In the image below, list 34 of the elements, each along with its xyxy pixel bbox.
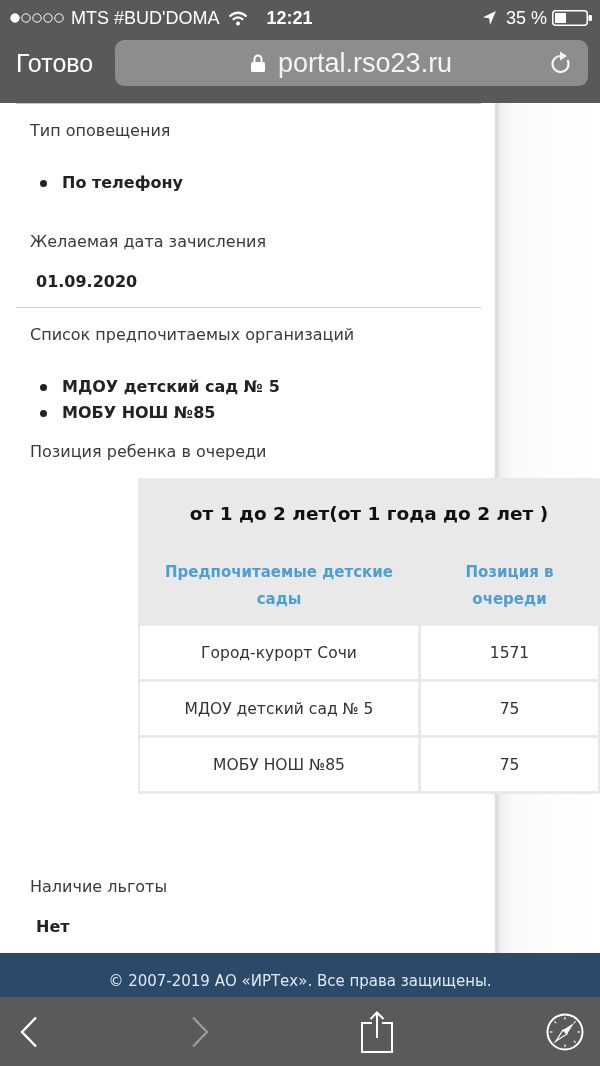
wifi-icon bbox=[228, 10, 249, 26]
bullet-icon bbox=[40, 179, 47, 187]
list-item: МОБУ НОШ №85 bbox=[62, 402, 216, 424]
table-cell: 1571 bbox=[421, 626, 598, 679]
battery-icon bbox=[552, 10, 592, 26]
table-cell: 75 bbox=[421, 738, 598, 791]
field-label: Наличие льготы bbox=[30, 876, 168, 898]
bullet-icon bbox=[40, 409, 47, 417]
field-label: Позиция ребенка в очереди bbox=[30, 441, 267, 463]
signal-strength-icon bbox=[10, 13, 64, 23]
field-label: Список предпочитаемых организаций bbox=[30, 324, 355, 346]
column-header: Предпочитаемые детские сады bbox=[164, 562, 394, 610]
navigation-arrow-icon bbox=[482, 11, 496, 25]
field-label: Тип оповещения bbox=[30, 120, 171, 142]
clock-time: 12:21 bbox=[266, 7, 313, 29]
lock-icon bbox=[251, 54, 266, 72]
table-cell: Город-курорт Сочи bbox=[140, 626, 418, 679]
reload-icon[interactable] bbox=[550, 51, 572, 75]
field-value: Нет bbox=[36, 916, 70, 938]
table-title: от 1 до 2 лет(от 1 года до 2 лет ) bbox=[188, 502, 550, 526]
column-header: Позиция в очереди bbox=[464, 562, 555, 610]
table-cell: 75 bbox=[421, 682, 598, 735]
carrier-name: MTS #BUD'DOMA bbox=[71, 7, 220, 29]
bullet-icon bbox=[40, 383, 47, 391]
copyright-text: © 2007-2019 АО «ИРТех». Все права защищены. bbox=[108, 971, 492, 992]
url-text: portal.rso23.ru bbox=[278, 47, 453, 79]
battery-percent: 35 % bbox=[505, 7, 547, 29]
list-item: МДОУ детский сад № 5 bbox=[62, 376, 280, 398]
list-item: По телефону bbox=[62, 172, 183, 194]
done-button[interactable]: Готово bbox=[16, 48, 94, 78]
field-value: 01.09.2020 bbox=[36, 271, 138, 293]
field-label: Желаемая дата зачисления bbox=[30, 231, 267, 253]
table-cell: МДОУ детский сад № 5 bbox=[140, 682, 418, 735]
table-cell: МОБУ НОШ №85 bbox=[140, 738, 418, 791]
